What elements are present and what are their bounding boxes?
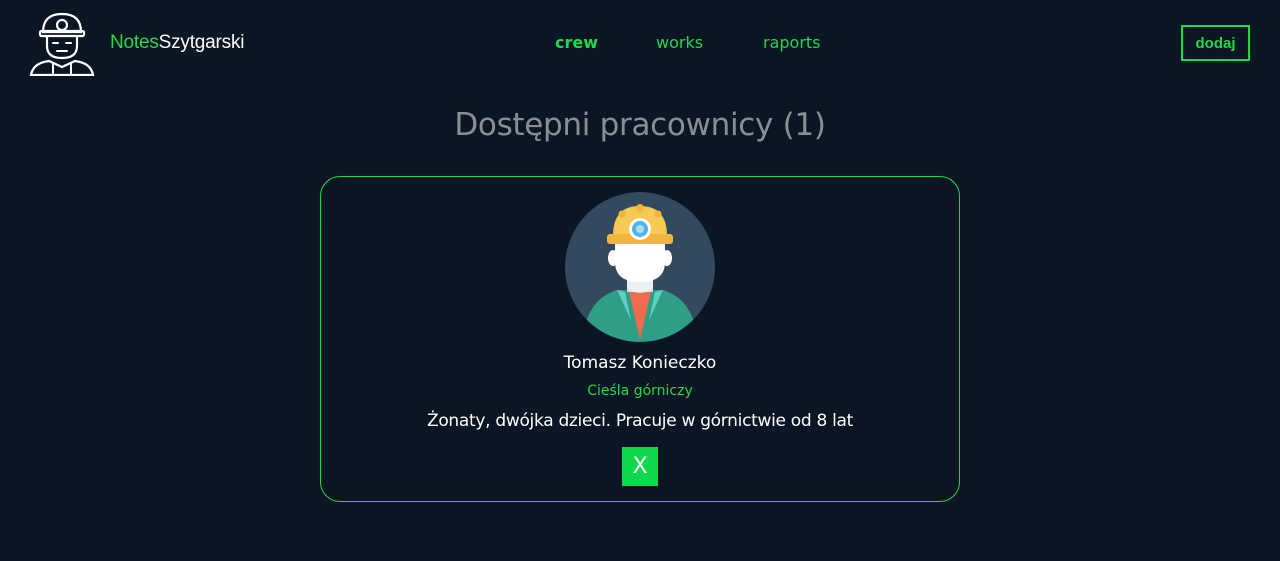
worker-role: Cieśla górniczy [587,383,693,399]
page-title: Dostępni pracownicy (1) [454,107,826,143]
add-button[interactable]: dodaj [1181,25,1250,61]
remove-worker-button[interactable]: X [622,447,658,486]
nav-crew[interactable]: crew [555,32,598,54]
nav-works[interactable]: works [656,32,703,54]
worker-name: Tomasz Konieczko [563,353,717,373]
header: NotesSzytgarski crew works raports dodaj [0,0,1280,88]
main-nav: crew works raports [0,32,1280,56]
miner-avatar-icon [565,192,715,342]
nav-raports[interactable]: raports [763,32,821,54]
worker-card: Tomasz Konieczko Cieśla górniczy Żonaty,… [320,176,960,502]
worker-description: Żonaty, dwójka dzieci. Pracuje w górnict… [426,411,853,431]
